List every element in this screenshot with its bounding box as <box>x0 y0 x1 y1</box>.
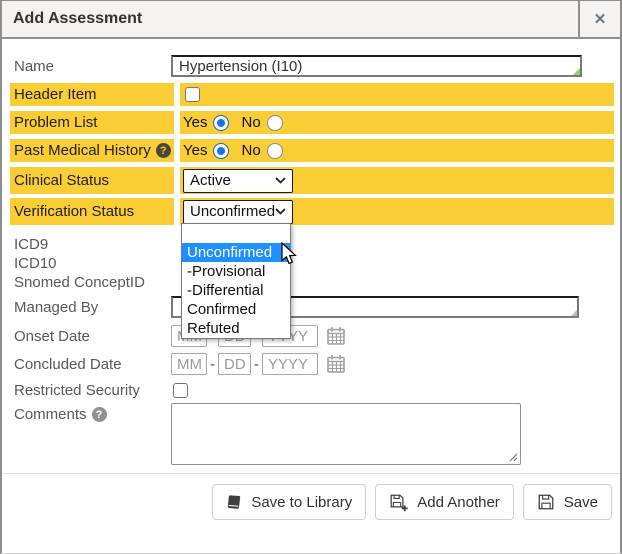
problem-list-label: Problem List <box>10 111 174 134</box>
comments-label: Comments ? <box>2 403 171 423</box>
header-item-label: Header Item <box>10 83 174 106</box>
clinical-status-select[interactable]: Active <box>183 169 293 193</box>
clinical-status-row: Clinical Status Active <box>10 167 614 194</box>
concluded-day-placeholder: DD <box>224 356 246 373</box>
clinical-status-field: Active <box>180 167 614 194</box>
concluded-calendar-button[interactable] <box>326 354 346 374</box>
header-item-row: Header Item <box>10 83 614 106</box>
restricted-security-label: Restricted Security <box>2 382 171 399</box>
concluded-date-label: Concluded Date <box>2 356 171 373</box>
option-differential[interactable]: -Differential <box>182 281 290 300</box>
concluded-month-placeholder: MM <box>177 356 202 373</box>
past-medical-history-row: Past Medical History ? Yes No <box>10 139 614 162</box>
option-refuted[interactable]: Refuted <box>182 319 290 338</box>
save-to-library-label: Save to Library <box>251 494 352 511</box>
concluded-year-input[interactable]: YYYY <box>262 353 318 375</box>
verification-status-select[interactable]: Unconfirmed <box>183 200 293 224</box>
chevron-down-icon <box>275 177 286 184</box>
icd9-row: ICD9 <box>2 235 620 254</box>
resize-grip-icon <box>571 310 577 316</box>
past-medical-history-label-text: Past Medical History <box>14 142 151 159</box>
dialog-footer: Save to Library Add Another Save <box>2 473 620 520</box>
header-item-field <box>180 83 614 106</box>
option-confirmed[interactable]: Confirmed <box>182 300 290 319</box>
add-assessment-dialog: Add Assessment ✕ Name Hypertension (I10)… <box>0 0 622 554</box>
name-row: Name Hypertension (I10) <box>2 54 620 78</box>
header-item-checkbox[interactable] <box>185 87 200 102</box>
snomed-label: Snomed ConceptID <box>2 274 171 291</box>
resize-grip-icon <box>573 68 580 75</box>
dialog-body: Name Hypertension (I10) Header Item Prob… <box>2 39 620 465</box>
dialog-titlebar: Add Assessment ✕ <box>2 1 620 39</box>
help-icon[interactable]: ? <box>92 407 107 422</box>
clinical-status-label: Clinical Status <box>10 167 174 194</box>
verification-status-option-list: Unconfirmed -Provisional -Differential C… <box>181 223 291 339</box>
onset-calendar-button[interactable] <box>326 326 346 346</box>
managed-by-label: Managed By <box>2 299 171 316</box>
verification-status-value: Unconfirmed <box>190 203 275 220</box>
icd10-row: ICD10 <box>2 254 620 273</box>
pmh-yes-radio[interactable] <box>213 143 229 159</box>
icd10-label: ICD10 <box>2 255 171 272</box>
resize-handle[interactable] <box>508 452 518 462</box>
verification-status-label: Verification Status <box>10 198 174 225</box>
comments-row: Comments ? <box>2 403 620 465</box>
pmh-no-label: No <box>241 142 260 159</box>
problem-list-no-label: No <box>241 114 260 131</box>
calendar-icon <box>326 354 346 374</box>
chevron-down-icon <box>275 208 286 215</box>
concluded-day-input[interactable]: DD <box>218 353 251 375</box>
book-icon <box>226 494 242 510</box>
dialog-title: Add Assessment <box>2 1 578 37</box>
problem-list-yes-label: Yes <box>183 114 207 131</box>
problem-list-row: Problem List Yes No <box>10 111 614 134</box>
pmh-no-radio[interactable] <box>267 143 283 159</box>
help-icon[interactable]: ? <box>156 143 171 158</box>
option-provisional[interactable]: -Provisional <box>182 262 290 281</box>
add-another-button[interactable]: Add Another <box>375 484 514 520</box>
option-blank[interactable] <box>182 224 290 243</box>
name-label: Name <box>2 58 171 75</box>
concluded-month-input[interactable]: MM <box>171 353 207 375</box>
date-separator: - <box>254 356 259 373</box>
floppy-plus-icon <box>389 493 408 512</box>
name-input[interactable]: Hypertension (I10) <box>171 55 582 77</box>
verification-status-row: Verification Status Unconfirmed <box>10 198 614 225</box>
save-label: Save <box>564 494 598 511</box>
save-button[interactable]: Save <box>523 484 612 520</box>
problem-list-yes-radio[interactable] <box>213 115 229 131</box>
resize-grip-icon <box>508 452 518 462</box>
pmh-yes-label: Yes <box>183 142 207 159</box>
verification-status-field: Unconfirmed <box>180 198 614 225</box>
concluded-year-placeholder: YYYY <box>268 356 308 373</box>
past-medical-history-label: Past Medical History ? <box>10 139 174 162</box>
problem-list-no-radio[interactable] <box>267 115 283 131</box>
save-to-library-button[interactable]: Save to Library <box>212 484 366 520</box>
restricted-security-checkbox[interactable] <box>173 383 188 398</box>
problem-list-field: Yes No <box>180 111 614 134</box>
clinical-status-value: Active <box>190 172 231 189</box>
close-icon: ✕ <box>594 10 607 28</box>
add-another-label: Add Another <box>417 494 500 511</box>
option-unconfirmed[interactable]: Unconfirmed <box>182 243 290 262</box>
onset-date-label: Onset Date <box>2 328 171 345</box>
floppy-disk-icon <box>537 493 555 511</box>
name-value: Hypertension (I10) <box>179 58 302 75</box>
date-separator: - <box>210 356 215 373</box>
comments-label-text: Comments <box>14 406 87 423</box>
calendar-icon <box>326 326 346 346</box>
icd9-label: ICD9 <box>2 236 171 253</box>
comments-textarea[interactable] <box>171 403 521 465</box>
snomed-row: Snomed ConceptID <box>2 273 620 292</box>
close-button[interactable]: ✕ <box>578 1 620 37</box>
concluded-date-row: Concluded Date MM - DD - YYYY <box>2 351 620 377</box>
past-medical-history-field: Yes No <box>180 139 614 162</box>
restricted-security-row: Restricted Security <box>2 379 620 401</box>
managed-by-row: Managed By <box>2 295 620 319</box>
onset-date-row: Onset Date MM - DD - YYYY <box>2 323 620 349</box>
